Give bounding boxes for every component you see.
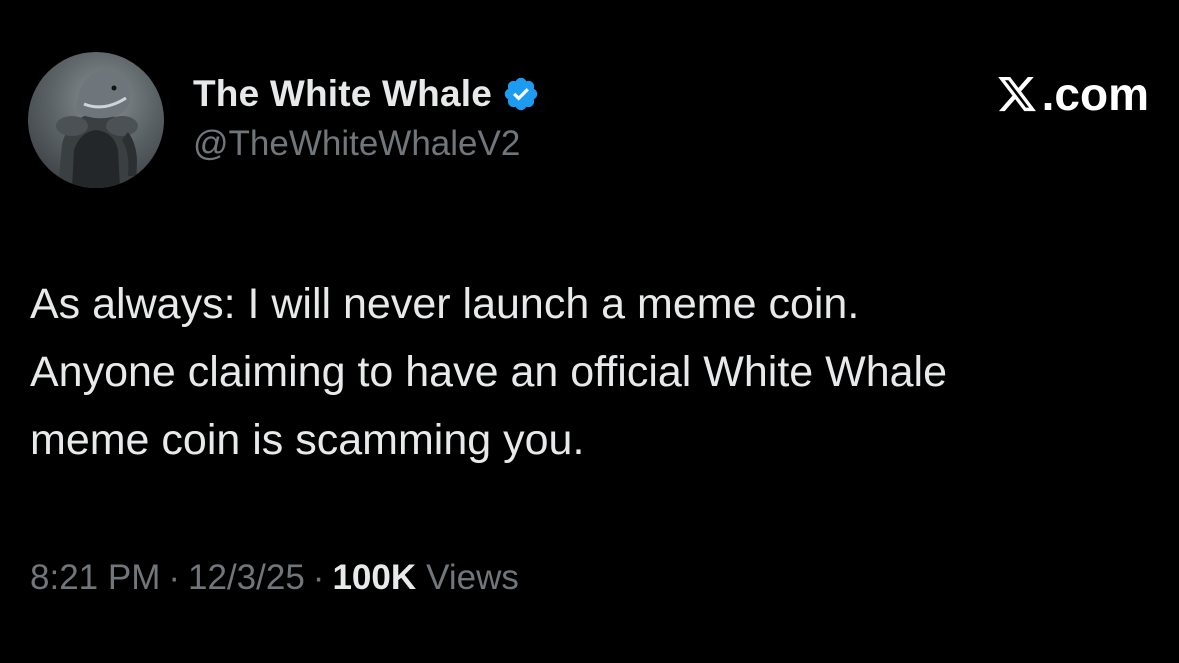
views-label[interactable]: Views: [426, 558, 519, 598]
tweet-card: The White Whale @TheWhiteWhaleV2 .com As…: [0, 0, 1179, 663]
post-time[interactable]: 8:21 PM: [30, 558, 160, 598]
tweet-body-line: As always: I will never launch a meme co…: [30, 280, 860, 328]
whale-knight-avatar-icon: [56, 70, 138, 188]
brand-watermark: .com: [996, 66, 1149, 122]
post-date[interactable]: 12/3/25: [188, 558, 305, 598]
tweet-body: As always: I will never launch a meme co…: [30, 270, 1160, 474]
meta-separator: ·: [312, 558, 325, 597]
meta-separator: ·: [168, 558, 181, 597]
verified-badge-icon: [504, 77, 538, 111]
avatar[interactable]: [28, 52, 164, 188]
tweet-body-line: Anyone claiming to have an official Whit…: [30, 348, 948, 396]
author-handle[interactable]: @TheWhiteWhaleV2: [193, 124, 520, 164]
x-logo-icon: [997, 76, 1036, 112]
tweet-metadata: 8:21 PM · 12/3/25 · 100K Views: [30, 558, 519, 598]
brand-domain-text: .com: [1041, 68, 1149, 120]
views-count[interactable]: 100K: [332, 558, 416, 598]
author-display-name[interactable]: The White Whale: [193, 73, 492, 115]
author-name-row: The White Whale: [193, 70, 540, 118]
tweet-body-line: meme coin is scamming you.: [30, 416, 585, 464]
